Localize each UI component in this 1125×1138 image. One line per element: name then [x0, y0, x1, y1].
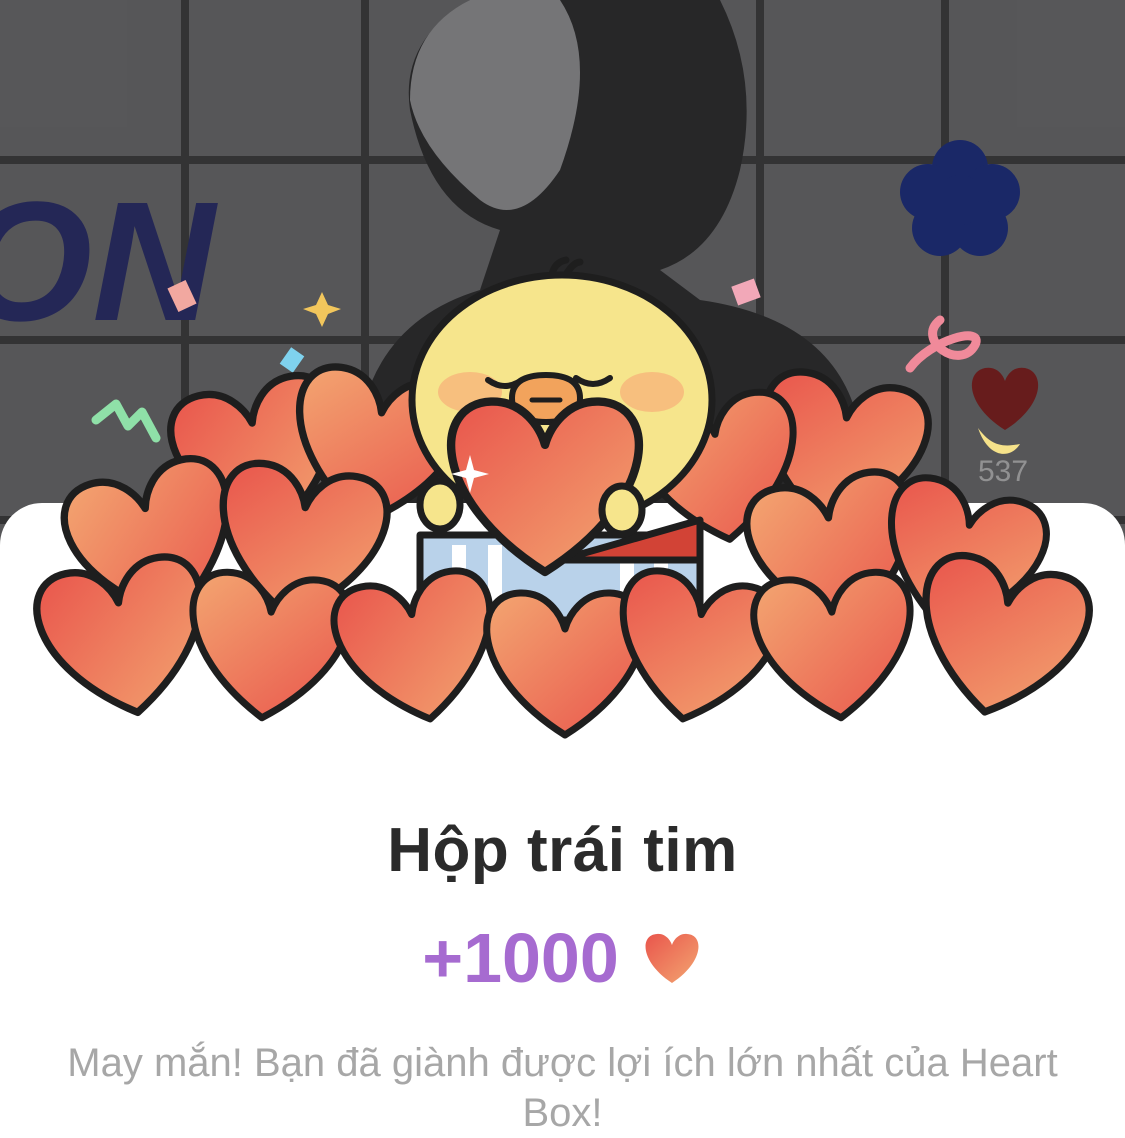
reward-amount: +1000: [422, 919, 619, 997]
reward-description: May mắn! Bạn đã giành được lợi ích lớn n…: [67, 1041, 1058, 1135]
reward-title: Hộp trái tim: [387, 816, 738, 885]
reward-amount-row: +1000: [0, 918, 1125, 998]
heart-icon: [645, 933, 699, 983]
heart-box-chick-illustration: [0, 256, 1125, 760]
